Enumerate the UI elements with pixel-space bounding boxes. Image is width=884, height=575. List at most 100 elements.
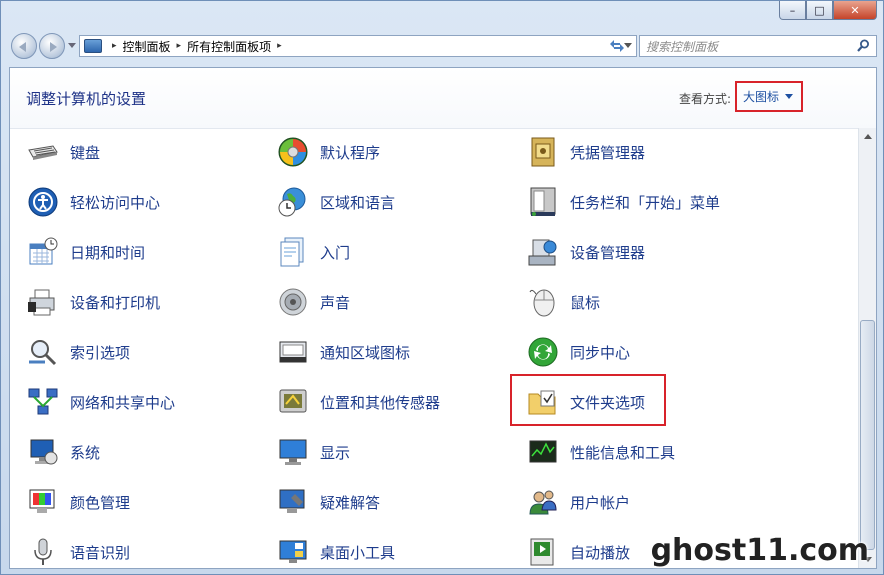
- control-panel-item[interactable]: 通知区域图标: [276, 332, 410, 372]
- navigation-bar: ▸ 控制面板 ▸ 所有控制面板项 ▸ 搜索控制面板: [9, 31, 877, 63]
- control-panel-item-label: 默认程序: [320, 143, 381, 162]
- view-by-value: 大图标: [743, 90, 780, 104]
- indexing-options-icon: [26, 335, 60, 369]
- control-panel-item[interactable]: 网络和共享中心: [26, 382, 175, 422]
- control-panel-item[interactable]: 设备管理器: [526, 232, 645, 272]
- desktop-gadgets-icon: [276, 535, 310, 568]
- control-panel-item[interactable]: 键盘: [26, 132, 100, 172]
- control-panel-item[interactable]: 区域和语言: [276, 182, 395, 222]
- breadcrumb-separator[interactable]: ▸: [177, 41, 182, 51]
- chevron-down-icon: [785, 94, 794, 99]
- performance-icon: [526, 435, 560, 469]
- maximize-button[interactable]: □: [806, 1, 833, 20]
- content-header: 调整计算机的设置 查看方式: 大图标: [10, 68, 876, 129]
- control-panel-item[interactable]: 用户帐户: [526, 482, 630, 522]
- control-panel-item[interactable]: 语音识别: [26, 532, 130, 568]
- control-panel-item[interactable]: 性能信息和工具: [526, 432, 675, 472]
- control-panel-item[interactable]: 同步中心: [526, 332, 630, 372]
- mouse-icon: [526, 285, 560, 319]
- close-button[interactable]: ✕: [833, 1, 877, 20]
- control-panel-item-label: 凭据管理器: [570, 143, 646, 162]
- search-placeholder: 搜索控制面板: [646, 39, 719, 54]
- breadcrumb-control-panel[interactable]: 控制面板: [123, 38, 171, 55]
- taskbar-start-menu-icon: [526, 185, 560, 219]
- breadcrumb-separator[interactable]: ▸: [277, 41, 282, 51]
- view-by-label: 查看方式:: [679, 92, 732, 106]
- page-title: 调整计算机的设置: [26, 90, 147, 108]
- control-panel-item[interactable]: 颜色管理: [26, 482, 130, 522]
- search-input[interactable]: 搜索控制面板: [639, 35, 877, 57]
- date-time-icon: [26, 235, 60, 269]
- control-panel-item[interactable]: 默认程序: [276, 132, 380, 172]
- speech-recognition-icon: [26, 535, 60, 568]
- breadcrumb-all-items[interactable]: 所有控制面板项: [187, 38, 271, 55]
- system-icon: [26, 435, 60, 469]
- control-panel-item[interactable]: 系统: [26, 432, 100, 472]
- control-panel-item[interactable]: 凭据管理器: [526, 132, 645, 172]
- control-panel-icon: [84, 39, 102, 53]
- control-panel-item-label: 声音: [320, 293, 351, 312]
- control-panel-item-label: 性能信息和工具: [570, 443, 676, 462]
- control-panel-item-label: 日期和时间: [70, 243, 146, 262]
- control-panel-item[interactable]: 设备和打印机: [26, 282, 160, 322]
- search-icon[interactable]: [857, 39, 870, 56]
- control-panel-item-label: 轻松访问中心: [70, 193, 161, 212]
- user-accounts-icon: [526, 485, 560, 519]
- control-panel-item-label: 区域和语言: [320, 193, 396, 212]
- refresh-button[interactable]: [603, 35, 631, 57]
- back-button[interactable]: [11, 33, 37, 59]
- vertical-scrollbar[interactable]: [858, 128, 876, 568]
- control-panel-item[interactable]: 疑难解答: [276, 482, 380, 522]
- control-panel-item[interactable]: 桌面小工具: [276, 532, 395, 568]
- recent-pages-dropdown[interactable]: [68, 43, 76, 48]
- control-panel-items-grid: 键盘 默认程序 凭据管理器 轻松访问中心 区域和语言 任务栏和「开始」菜单 日期和时间 入门设…: [10, 128, 860, 568]
- control-panel-item-label: 疑难解答: [320, 493, 381, 512]
- control-panel-item[interactable]: 入门: [276, 232, 350, 272]
- control-panel-item-label: 入门: [320, 243, 351, 262]
- autoplay-icon: [526, 535, 560, 568]
- control-panel-item[interactable]: 轻松访问中心: [26, 182, 160, 222]
- control-panel-item[interactable]: 任务栏和「开始」菜单: [526, 182, 720, 222]
- refresh-icon: [610, 40, 624, 52]
- content-pane: 调整计算机的设置 查看方式: 大图标 键盘 默认程序 凭据管理器轻松访问中心 区域和语…: [9, 67, 877, 569]
- control-panel-item-label: 系统: [70, 443, 101, 462]
- control-panel-item[interactable]: 自动播放: [526, 532, 630, 568]
- address-bar[interactable]: ▸ 控制面板 ▸ 所有控制面板项 ▸: [79, 35, 637, 57]
- control-panel-item-label: 显示: [320, 443, 351, 462]
- location-sensors-icon: [276, 385, 310, 419]
- control-panel-window: – □ ✕ ▸ 控制面板 ▸ 所有控制面板项 ▸ 搜索控制面板 调整计算机的设置…: [0, 0, 884, 575]
- control-panel-item[interactable]: 鼠标: [526, 282, 600, 322]
- control-panel-item[interactable]: 显示: [276, 432, 350, 472]
- control-panel-item-label: 用户帐户: [570, 493, 631, 512]
- forward-button[interactable]: [39, 33, 65, 59]
- control-panel-item-label: 设备管理器: [570, 243, 646, 262]
- control-panel-item[interactable]: 位置和其他传感器: [276, 382, 440, 422]
- control-panel-item-label: 位置和其他传感器: [320, 393, 441, 412]
- sync-center-icon: [526, 335, 560, 369]
- keyboard-icon: [26, 135, 60, 169]
- control-panel-item-label: 鼠标: [570, 293, 601, 312]
- view-by-dropdown[interactable]: 大图标: [735, 81, 803, 112]
- control-panel-item[interactable]: 日期和时间: [26, 232, 145, 272]
- control-panel-item-label: 索引选项: [70, 343, 131, 362]
- scroll-thumb[interactable]: [860, 320, 875, 550]
- credential-manager-icon: [526, 135, 560, 169]
- troubleshooting-icon: [276, 485, 310, 519]
- watermark: ghost11.com: [650, 533, 869, 568]
- breadcrumb-separator[interactable]: ▸: [112, 41, 117, 51]
- scroll-up-button[interactable]: [859, 128, 876, 145]
- ease-of-access-icon: [26, 185, 60, 219]
- getting-started-icon: [276, 235, 310, 269]
- notification-area-icon: [276, 335, 310, 369]
- sound-icon: [276, 285, 310, 319]
- control-panel-item-label: 语音识别: [70, 543, 131, 562]
- caption-buttons: – □ ✕: [779, 1, 877, 20]
- control-panel-item-label: 设备和打印机: [70, 293, 161, 312]
- network-sharing-icon: [26, 385, 60, 419]
- minimize-button[interactable]: –: [779, 1, 806, 20]
- devices-printers-icon: [26, 285, 60, 319]
- device-manager-icon: [526, 235, 560, 269]
- control-panel-item[interactable]: 声音: [276, 282, 350, 322]
- control-panel-item[interactable]: 索引选项: [26, 332, 130, 372]
- control-panel-item-label: 桌面小工具: [320, 543, 396, 562]
